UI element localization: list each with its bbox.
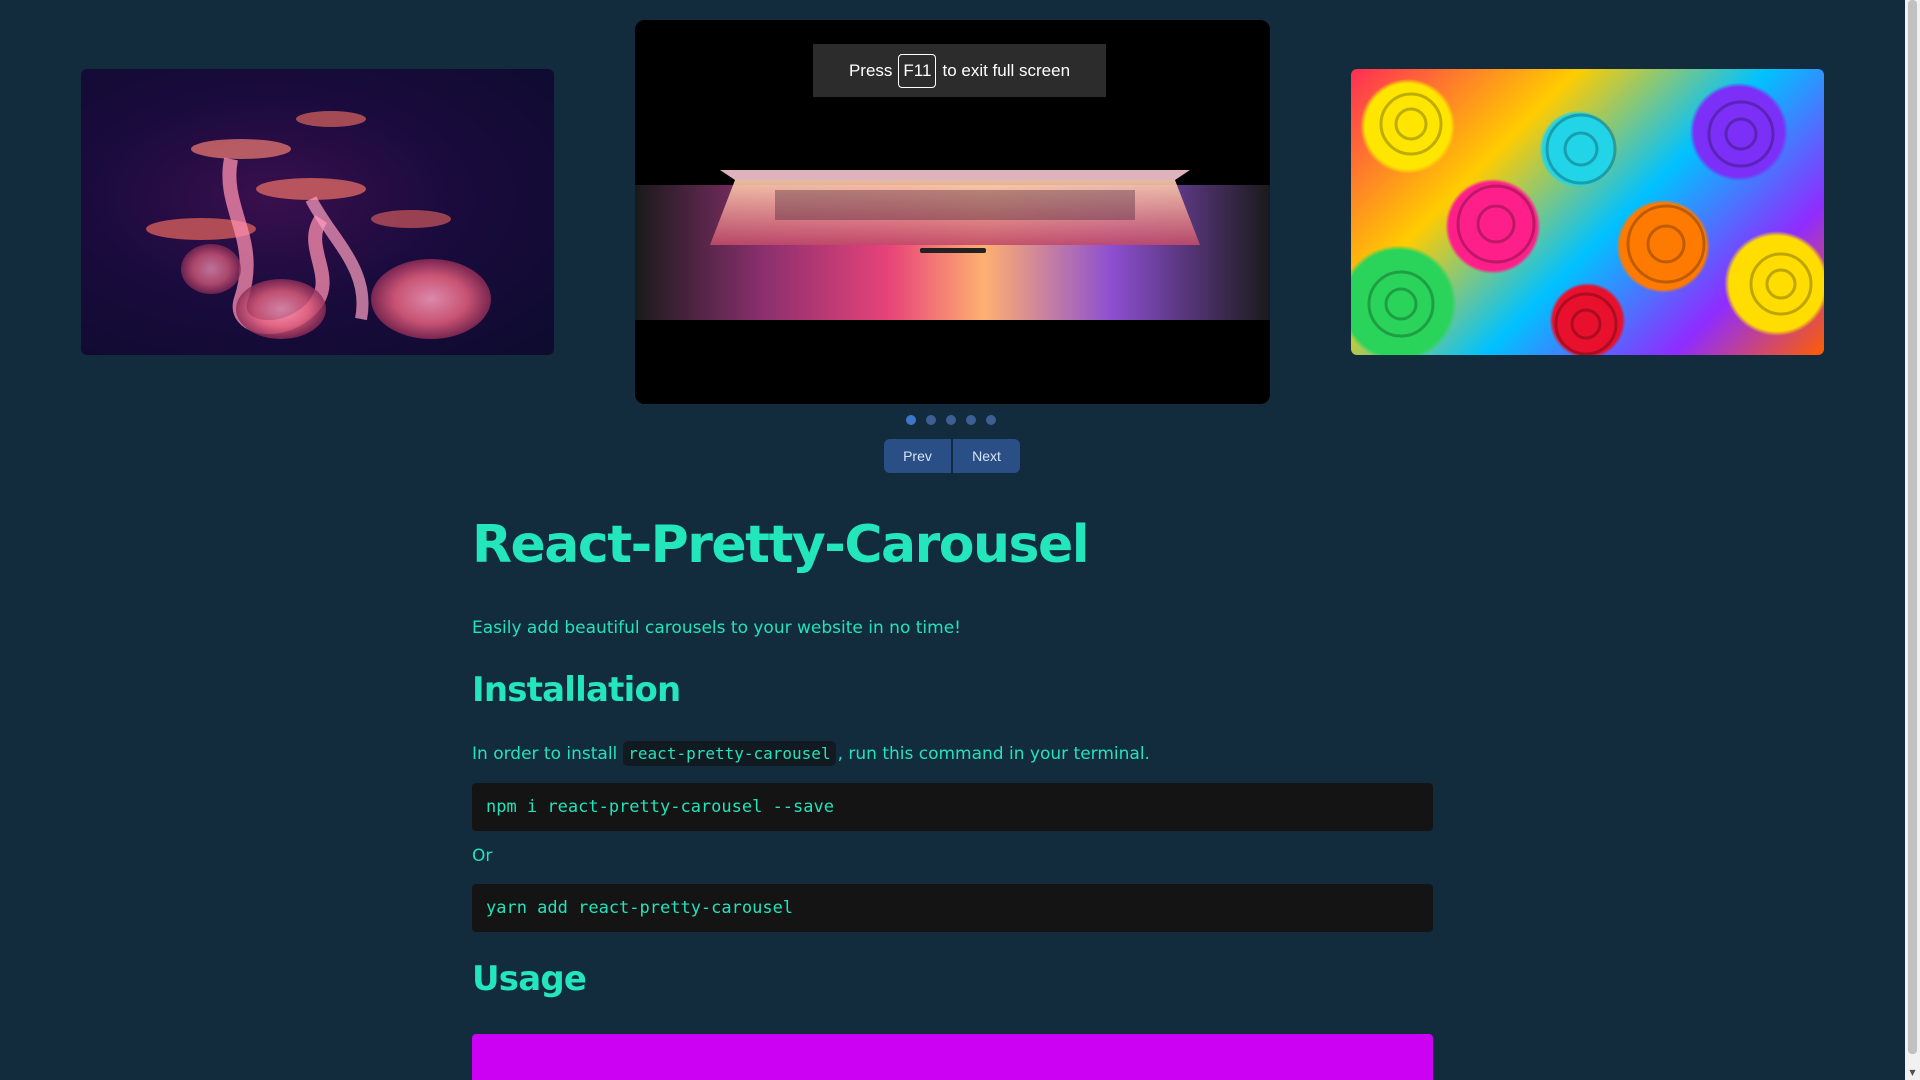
install-intro-after: , run this command in your terminal.: [837, 743, 1150, 764]
fullscreen-notice-key: F11: [898, 53, 937, 88]
carousel-dot-4[interactable]: [966, 415, 976, 425]
fullscreen-notice-prefix: Press: [848, 60, 893, 80]
carousel-dot-1[interactable]: [906, 415, 916, 425]
page-title: React-Pretty-Carousel: [472, 515, 1090, 575]
prev-button[interactable]: Prev: [884, 439, 951, 473]
carousel-dot-5[interactable]: [986, 415, 996, 425]
install-intro-before: In order to install: [472, 743, 618, 764]
page: Press F11 to exit full screen Prev Next …: [0, 0, 1920, 1080]
scrollbar-thumb[interactable]: [1908, 0, 1917, 1054]
usage-heading: Usage: [472, 959, 587, 999]
roses-image: [1367, 92, 1813, 355]
package-name-code: react-pretty-carousel: [623, 741, 836, 766]
carousel-dot-3[interactable]: [946, 415, 956, 425]
npm-command: npm i react-pretty-carousel --save: [486, 797, 834, 817]
next-button[interactable]: Next: [953, 439, 1020, 473]
jellyfish-image: [146, 111, 491, 339]
fullscreen-notice: Press F11 to exit full screen: [813, 44, 1106, 97]
carousel-slide-roses[interactable]: [1351, 69, 1824, 355]
or-text: Or: [472, 846, 493, 866]
yarn-command: yarn add react-pretty-carousel: [486, 898, 794, 918]
installation-heading: Installation: [472, 670, 681, 710]
scrollbar[interactable]: ▼: [1905, 0, 1920, 1080]
npm-command-block[interactable]: npm i react-pretty-carousel --save: [472, 783, 1433, 831]
scroll-down-arrow-icon[interactable]: ▼: [1905, 1065, 1920, 1080]
carousel-dots: [906, 415, 996, 425]
usage-code-block[interactable]: [472, 1034, 1433, 1080]
carousel-nav: Prev Next: [884, 439, 1020, 473]
fullscreen-notice-suffix: to exit full screen: [942, 60, 1071, 80]
install-intro: In order to install react-pretty-carouse…: [472, 741, 1150, 766]
carousel-slide-jellyfish[interactable]: [81, 69, 554, 355]
yarn-command-block[interactable]: yarn add react-pretty-carousel: [472, 884, 1433, 932]
tagline: Easily add beautiful carousels to your w…: [472, 618, 961, 638]
carousel-dot-2[interactable]: [926, 415, 936, 425]
